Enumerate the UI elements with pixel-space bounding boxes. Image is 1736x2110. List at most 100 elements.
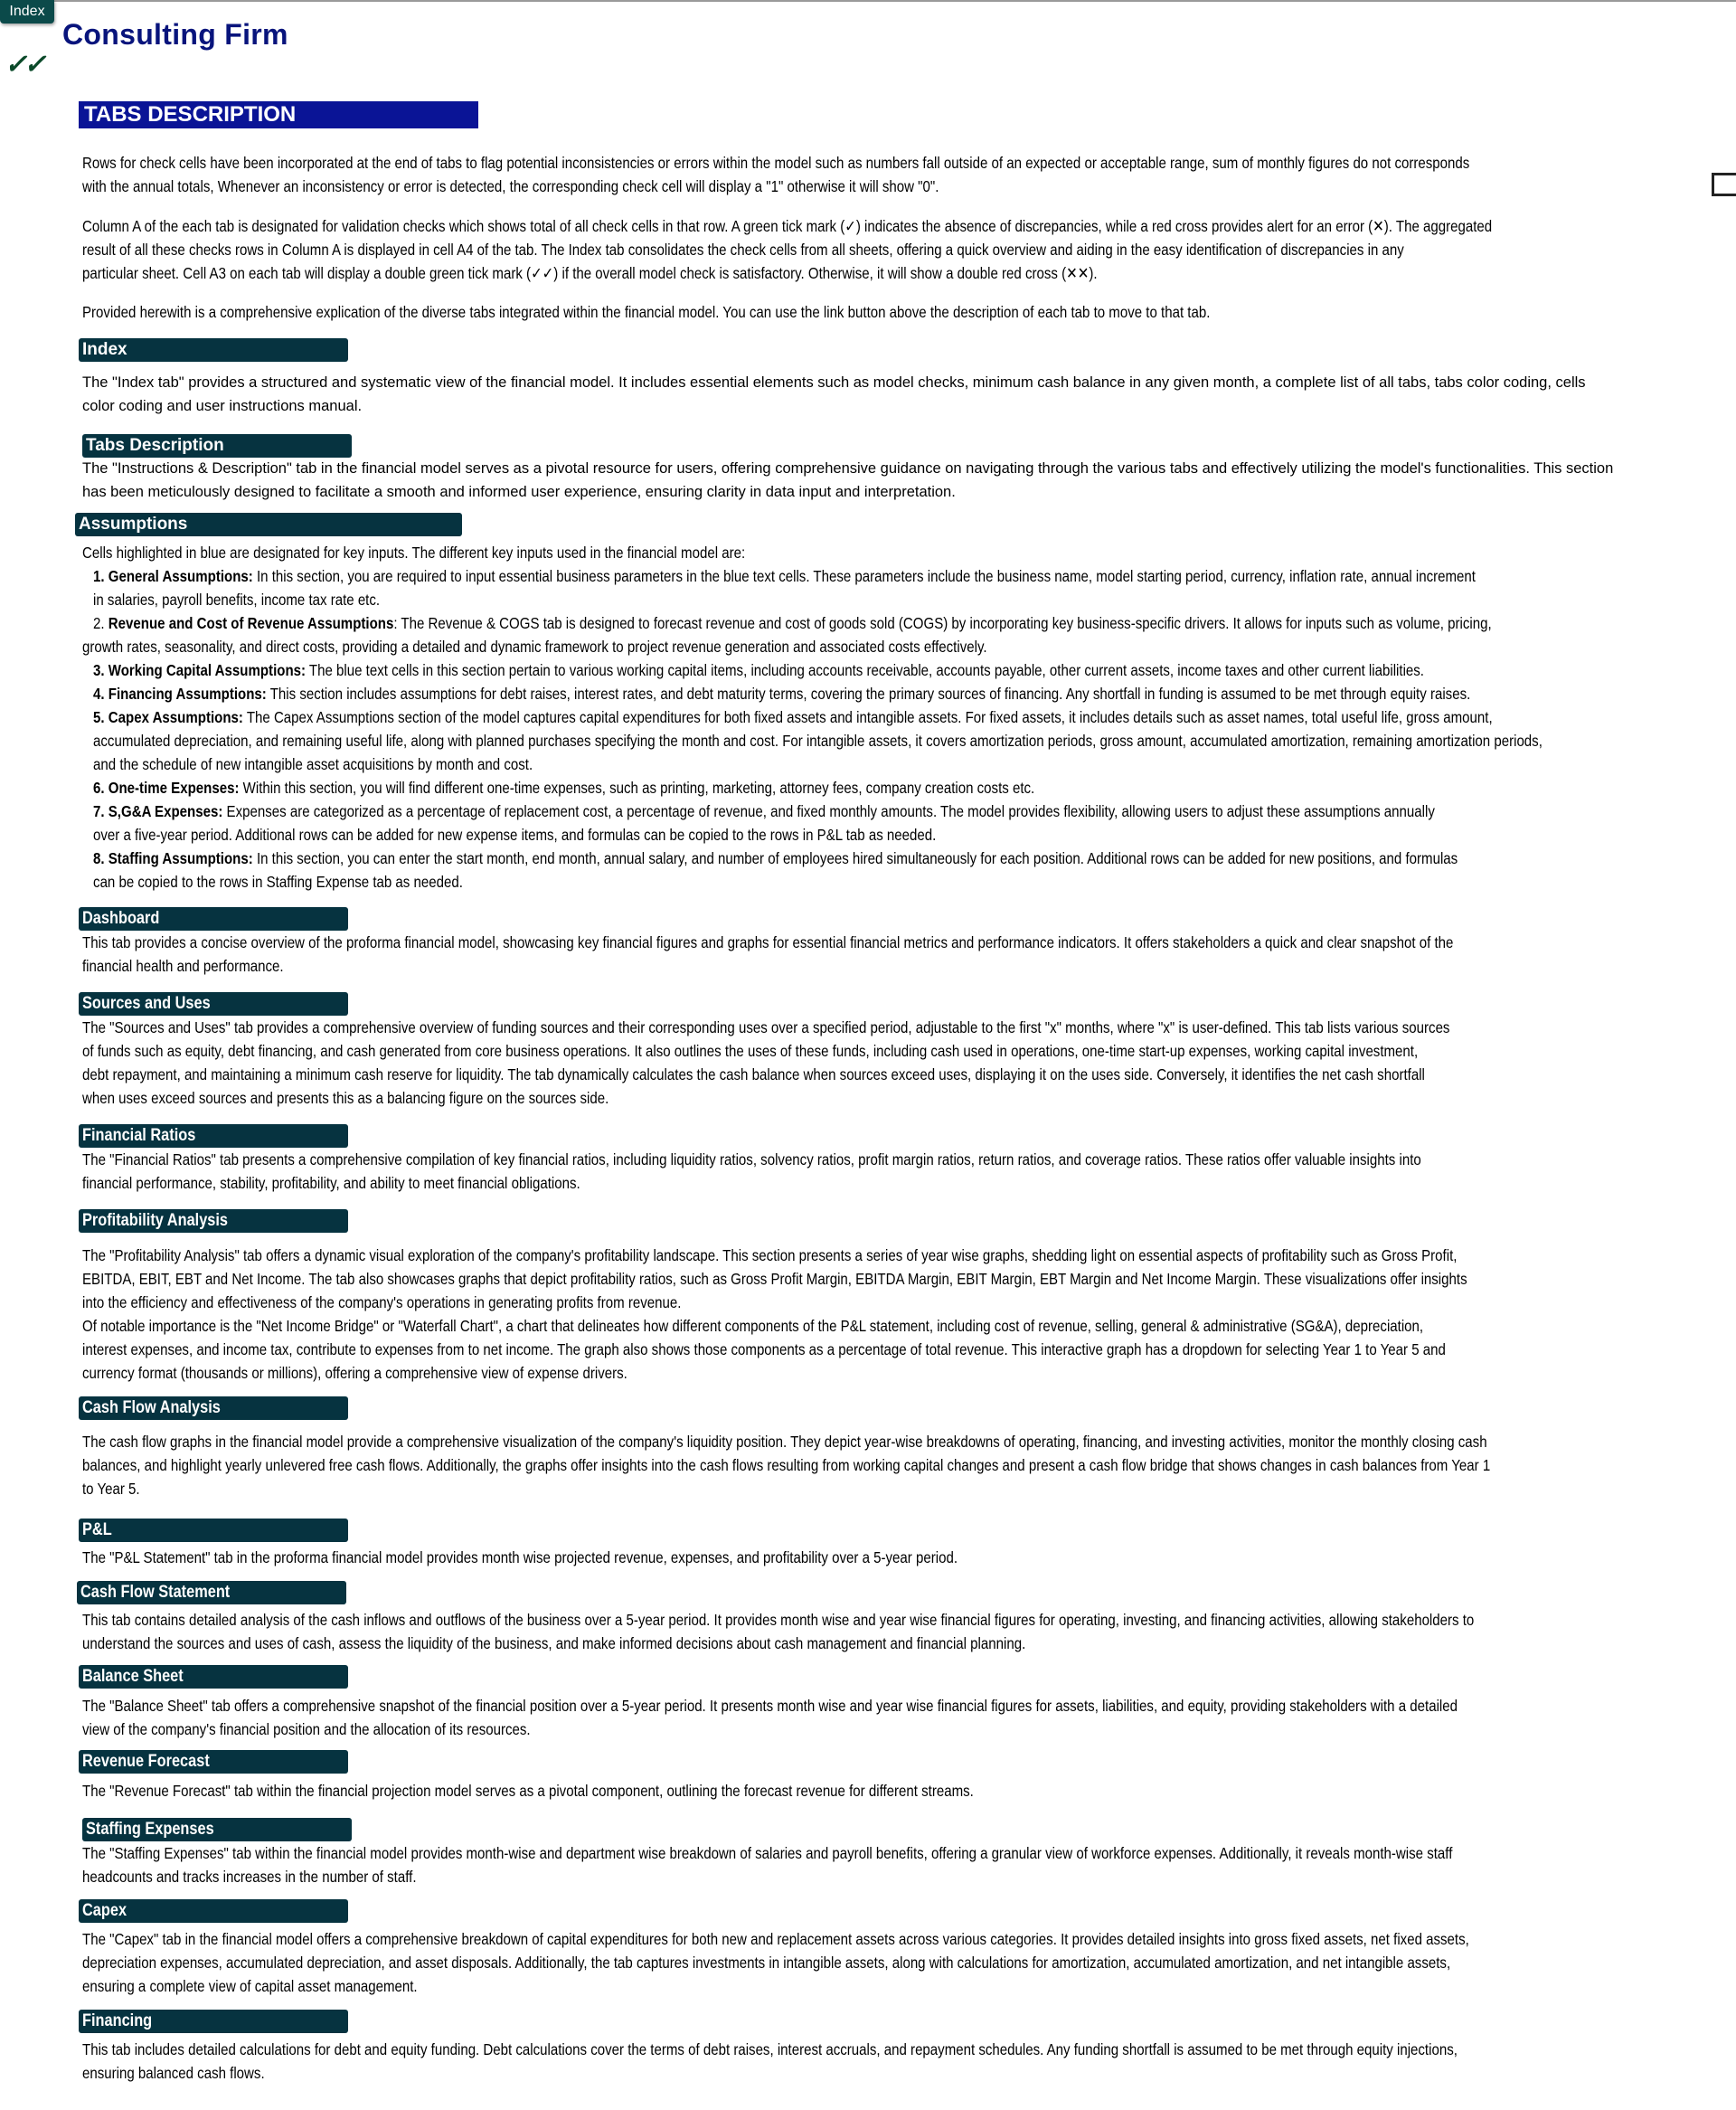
section-label: Revenue Forecast [82, 1752, 210, 1771]
section-text-pl: The "P&L Statement" tab in the proforma … [82, 1546, 958, 1569]
text-line: can be copied to the rows in Staffing Ex… [93, 873, 463, 891]
section-label: Profitability Analysis [82, 1211, 229, 1230]
selected-cell-outline[interactable] [1712, 173, 1736, 196]
assumption-item-one-time: 6. One-time Expenses: Within this sectio… [82, 776, 1543, 800]
text: Within this section, you will find diffe… [242, 779, 1035, 797]
intro-paragraph-explication: Provided herewith is a comprehensive exp… [82, 300, 1210, 324]
assumption-item-sga: 7. S,G&A Expenses: Expenses are categori… [82, 800, 1543, 823]
assumption-item-capex: 5. Capex Assumptions: The Capex Assumpti… [82, 705, 1543, 729]
section-link-capex[interactable]: Capex [79, 1899, 348, 1923]
section-label: Balance Sheet [82, 1667, 184, 1686]
section-link-cash-flow-statement[interactable]: Cash Flow Statement [77, 1581, 346, 1604]
text-line: The "Profitability Analysis" tab offers … [82, 1246, 1458, 1264]
section-text-financial-ratios: The "Financial Ratios" tab presents a co… [82, 1148, 1421, 1195]
section-link-financial-ratios[interactable]: Financial Ratios [79, 1124, 348, 1148]
text: In this section, you can enter the start… [256, 849, 1458, 867]
section-link-pl[interactable]: P&L [79, 1519, 348, 1542]
section-text-financing: This tab includes detailed calculations … [82, 2038, 1458, 2085]
section-text-staffing-expenses: The "Staffing Expenses" tab within the f… [82, 1841, 1452, 1888]
text-line: interest expenses, and income tax, contr… [82, 1340, 1446, 1358]
text-line: and the schedule of new intangible asset… [93, 755, 533, 773]
section-label: Financial Ratios [82, 1126, 196, 1145]
text-line: This tab provides a concise overview of … [82, 933, 1454, 951]
intro-paragraph-checks: Rows for check cells have been incorpora… [82, 151, 1469, 198]
assumption-title: 5. Capex Assumptions: [93, 708, 243, 726]
section-link-balance-sheet[interactable]: Balance Sheet [79, 1665, 348, 1689]
text-line: The "Staffing Expenses" tab within the f… [82, 1844, 1453, 1862]
section-text-profitability-analysis: The "Profitability Analysis" tab offers … [82, 1244, 1467, 1385]
text-line: EBITDA, EBIT, EBT and Net Income. The ta… [82, 1270, 1467, 1288]
text-line: ensuring balanced cash flows. [82, 2064, 265, 2082]
section-link-tabs-description[interactable]: Tabs Description [82, 434, 352, 458]
text-line: ensuring a complete view of capital asse… [82, 1977, 418, 1995]
text-line: in salaries, payroll benefits, income ta… [93, 591, 381, 609]
section-text-cash-flow-analysis: The cash flow graphs in the financial mo… [82, 1430, 1490, 1500]
text-line: debt repayment, and maintaining a minimu… [82, 1065, 1425, 1083]
section-link-dashboard[interactable]: Dashboard [79, 907, 348, 931]
section-link-revenue-forecast[interactable]: Revenue Forecast [79, 1750, 348, 1774]
intro-paragraph-column-a: Column A of the each tab is designated f… [82, 214, 1492, 285]
text: This section includes assumptions for de… [269, 685, 1471, 703]
text: : The Revenue & COGS tab is designed to … [393, 614, 1492, 632]
assumptions-intro: Cells highlighted in blue are designated… [82, 544, 746, 562]
text-line: color coding and user instructions manua… [82, 398, 363, 414]
text-line: The "Sources and Uses" tab provides a co… [82, 1018, 1450, 1036]
section-label: Tabs Description [86, 436, 224, 455]
section-text-assumptions: Cells highlighted in blue are designated… [82, 541, 1543, 894]
text: In this section, you are required to inp… [256, 567, 1476, 585]
assumption-item-financing: 4. Financing Assumptions: This section i… [82, 682, 1543, 705]
text-line: The "Revenue Forecast" tab within the fi… [82, 1782, 974, 1800]
text-line: Provided herewith is a comprehensive exp… [82, 303, 1211, 321]
text-line: The "Financial Ratios" tab presents a co… [82, 1150, 1421, 1169]
section-text-dashboard: This tab provides a concise overview of … [82, 931, 1453, 978]
sheet-top-border [0, 0, 1736, 2]
text-line: balances, and highlight yearly unlevered… [82, 1456, 1491, 1474]
text-line: over a five-year period. Additional rows… [93, 826, 937, 844]
section-label: Assumptions [79, 515, 188, 534]
section-label: Cash Flow Analysis [82, 1398, 221, 1417]
text-line: has been meticulously designed to facili… [82, 484, 956, 500]
section-link-cash-flow-analysis[interactable]: Cash Flow Analysis [79, 1396, 348, 1420]
text-line: into the efficiency and effectiveness of… [82, 1293, 682, 1311]
section-text-tabs-description: The "Instructions & Description" tab in … [82, 457, 1613, 504]
text-line: financial health and performance. [82, 957, 284, 975]
text-line: with the annual totals, Whenever an inco… [82, 177, 939, 195]
text-line: Rows for check cells have been incorpora… [82, 154, 1470, 172]
text-line: depreciation expenses, accumulated depre… [82, 1954, 1451, 1972]
section-label: Staffing Expenses [86, 1820, 214, 1839]
section-link-financing[interactable]: Financing [79, 2010, 348, 2033]
section-label: P&L [82, 1520, 112, 1539]
index-link-button[interactable]: Index [0, 0, 54, 24]
text-line: accumulated depreciation, and remaining … [93, 732, 1543, 750]
text-line: result of all these checks rows in Colum… [82, 241, 1404, 259]
assumption-title: 1. General Assumptions: [93, 567, 253, 585]
section-text-cash-flow-statement: This tab contains detailed analysis of t… [82, 1608, 1474, 1655]
text: The Capex Assumptions section of the mod… [246, 708, 1493, 726]
section-label: Financing [82, 2011, 153, 2030]
section-link-profitability-analysis[interactable]: Profitability Analysis [79, 1209, 348, 1233]
assumption-item-general: 1. General Assumptions: In this section,… [82, 564, 1543, 588]
item-number: 2. [93, 614, 108, 632]
section-label: Cash Flow Statement [80, 1583, 231, 1602]
section-link-index[interactable]: Index [79, 338, 348, 362]
section-link-sources-and-uses[interactable]: Sources and Uses [79, 992, 348, 1016]
assumption-title: 7. S,G&A Expenses: [93, 802, 223, 820]
section-label: Sources and Uses [82, 994, 211, 1013]
text-line: Column A of the each tab is designated f… [82, 217, 1493, 235]
text-line: The cash flow graphs in the financial mo… [82, 1433, 1487, 1451]
text-line: The "Capex" tab in the financial model o… [82, 1930, 1469, 1948]
section-label: Index [82, 340, 127, 359]
text-line: growth rates, seasonality, and direct co… [82, 638, 987, 656]
tabs-description-heading: TABS DESCRIPTION [79, 101, 478, 128]
text-line: The "Balance Sheet" tab offers a compreh… [82, 1697, 1458, 1715]
section-text-index: The "Index tab" provides a structured an… [82, 371, 1586, 418]
section-text-sources-and-uses: The "Sources and Uses" tab provides a co… [82, 1016, 1449, 1110]
text-line: particular sheet. Cell A3 on each tab wi… [82, 264, 1098, 282]
assumption-title: Revenue and Cost of Revenue Assumptions [108, 614, 394, 632]
section-link-assumptions[interactable]: Assumptions [75, 513, 462, 536]
text-line: currency format (thousands or millions),… [82, 1364, 627, 1382]
section-link-staffing-expenses[interactable]: Staffing Expenses [82, 1818, 352, 1841]
text-line: Of notable importance is the "Net Income… [82, 1317, 1424, 1335]
assumption-item-staffing: 8. Staffing Assumptions: In this section… [82, 847, 1543, 870]
text-line: understand the sources and uses of cash,… [82, 1634, 1026, 1652]
